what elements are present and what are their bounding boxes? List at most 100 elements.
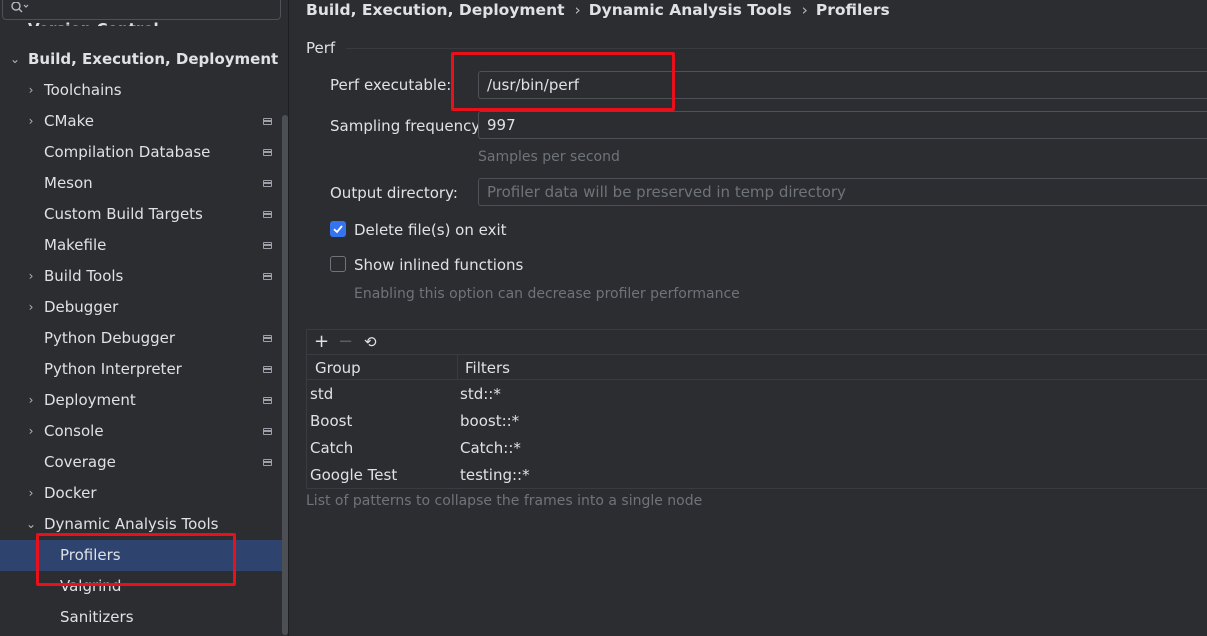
tree-item-label: Build, Execution, Deployment xyxy=(28,50,279,68)
tree-item-label: Deployment xyxy=(44,391,136,409)
tree-item-label: Python Debugger xyxy=(44,329,176,347)
sampling-frequency-hint: Samples per second xyxy=(478,149,620,165)
table-row[interactable]: Google Test testing::* xyxy=(307,462,1207,489)
cell-filter: std::* xyxy=(460,385,501,403)
tree-item-coverage[interactable]: Coverage xyxy=(0,447,288,478)
tree-item-label: Docker xyxy=(44,484,97,502)
tree-item-label: Profilers xyxy=(60,546,121,564)
column-divider[interactable] xyxy=(457,355,458,380)
tree-item-label: Debugger xyxy=(44,298,119,316)
tree-item-label: Compilation Database xyxy=(44,143,211,161)
column-header-filters[interactable]: Filters xyxy=(465,358,510,378)
chevron-right-icon[interactable]: › xyxy=(24,106,38,137)
table-row[interactable]: Boost boost::* xyxy=(307,408,1207,435)
show-inlined-checkbox[interactable] xyxy=(330,256,346,272)
tree-item-label: Python Interpreter xyxy=(44,360,182,378)
tree-item-valgrind[interactable]: Valgrind xyxy=(0,571,288,602)
tree-item-version-control[interactable]: Version Control xyxy=(28,17,159,26)
project-level-icon xyxy=(263,459,272,466)
tree-item-label: Sanitizers xyxy=(60,608,134,626)
show-inlined-hint: Enabling this option can decrease profil… xyxy=(354,286,740,302)
tree-item-build-tools[interactable]: › Build Tools xyxy=(0,261,288,292)
tree-item-label: Makefile xyxy=(44,236,107,254)
output-directory-field[interactable]: Profiler data will be preserved in temp … xyxy=(478,178,1207,206)
tree-item-meson[interactable]: Meson xyxy=(0,168,288,199)
tree-item-label: Meson xyxy=(44,174,93,192)
chevron-right-icon[interactable]: › xyxy=(24,385,38,416)
tree-item-label: Toolchains xyxy=(44,81,122,99)
filters-table: + − ⟲ Group Filters std std::* Boost boo… xyxy=(306,329,1207,489)
tree-item-dynamic-analysis-tools[interactable]: ⌄ Dynamic Analysis Tools xyxy=(0,509,288,540)
cell-group: Boost xyxy=(310,412,353,430)
breadcrumb-separator-icon: › xyxy=(801,1,808,19)
tree-item-label: Build Tools xyxy=(44,267,124,285)
project-level-icon xyxy=(263,211,272,218)
checkmark-icon xyxy=(333,225,343,234)
tree-scrollbar[interactable] xyxy=(282,115,288,635)
tree-item-debugger[interactable]: › Debugger xyxy=(0,292,288,323)
tree-item-label: Coverage xyxy=(44,453,116,471)
tree-item-sanitizers[interactable]: Sanitizers xyxy=(0,602,288,633)
column-header-group[interactable]: Group xyxy=(315,358,361,378)
settings-content-panel: Build, Execution, Deployment › Dynamic Ana… xyxy=(290,0,1207,636)
project-level-icon xyxy=(263,397,272,404)
chevron-down-icon[interactable]: ⌄ xyxy=(8,44,22,75)
filters-table-hint: List of patterns to collapse the frames … xyxy=(306,493,703,509)
chevron-right-icon[interactable]: › xyxy=(24,292,38,323)
project-level-icon xyxy=(263,180,272,187)
project-level-icon xyxy=(263,428,272,435)
breadcrumb-item[interactable]: Build, Execution, Deployment xyxy=(306,1,565,19)
section-title-perf: Perf xyxy=(306,39,336,57)
tree-item-python-debugger[interactable]: Python Debugger xyxy=(0,323,288,354)
reset-icon[interactable]: ⟲ xyxy=(364,332,377,352)
perf-executable-label: Perf executable: xyxy=(330,76,452,94)
tree-item-profilers[interactable]: Profilers xyxy=(0,540,288,571)
section-divider xyxy=(346,48,1207,49)
tree-item-toolchains[interactable]: › Toolchains xyxy=(0,75,288,106)
remove-icon[interactable]: − xyxy=(338,332,353,352)
tree-item-build-execution-deployment[interactable]: ⌄ Build, Execution, Deployment xyxy=(0,44,288,75)
output-directory-label: Output directory: xyxy=(330,184,458,202)
project-level-icon xyxy=(263,335,272,342)
tree-item-compilation-database[interactable]: Compilation Database xyxy=(0,137,288,168)
chevron-down-icon[interactable]: ⌄ xyxy=(24,509,38,540)
table-row[interactable]: std std::* xyxy=(307,381,1207,408)
cell-filter: Catch::* xyxy=(460,439,521,457)
tree-item-label: Console xyxy=(44,422,104,440)
breadcrumb: Build, Execution, Deployment › Dynamic Ana… xyxy=(306,0,890,20)
tree-item-label: Valgrind xyxy=(60,577,122,595)
cell-filter: boost::* xyxy=(460,412,520,430)
tree-item-console[interactable]: › Console xyxy=(0,416,288,447)
cell-group: std xyxy=(310,385,334,403)
chevron-right-icon[interactable]: › xyxy=(24,478,38,509)
tree-item-label: CMake xyxy=(44,112,94,130)
table-header: Group Filters xyxy=(307,355,1207,380)
project-level-icon xyxy=(263,242,272,249)
tree-item-makefile[interactable]: Makefile xyxy=(0,230,288,261)
chevron-right-icon[interactable]: › xyxy=(24,416,38,447)
tree-item-custom-build-targets[interactable]: Custom Build Targets xyxy=(0,199,288,230)
breadcrumb-item-current: Profilers xyxy=(815,1,890,19)
sampling-frequency-field[interactable]: 997 xyxy=(478,111,1207,139)
delete-files-checkbox[interactable] xyxy=(330,221,346,237)
tree-item-label: Dynamic Analysis Tools xyxy=(44,515,219,533)
tree-item-docker[interactable]: › Docker xyxy=(0,478,288,509)
tree-item-cmake[interactable]: › CMake xyxy=(0,106,288,137)
search-icon xyxy=(11,2,29,13)
table-row[interactable]: Catch Catch::* xyxy=(307,435,1207,462)
breadcrumb-item[interactable]: Dynamic Analysis Tools xyxy=(589,1,792,19)
chevron-right-icon[interactable]: › xyxy=(24,75,38,106)
project-level-icon xyxy=(263,149,272,156)
settings-tree-panel: Version Control ⌄ Build, Execution, Depl… xyxy=(0,0,289,636)
table-toolbar: + − ⟲ xyxy=(307,330,1207,355)
tree-item-deployment[interactable]: › Deployment xyxy=(0,385,288,416)
chevron-right-icon[interactable]: › xyxy=(24,261,38,292)
project-level-icon xyxy=(263,118,272,125)
add-icon[interactable]: + xyxy=(314,332,329,352)
cell-filter: testing::* xyxy=(460,466,530,484)
cell-group: Google Test xyxy=(310,466,398,484)
cell-group: Catch xyxy=(310,439,354,457)
tree-item-python-interpreter[interactable]: Python Interpreter xyxy=(0,354,288,385)
perf-executable-field[interactable]: /usr/bin/perf xyxy=(478,71,1207,99)
delete-files-label: Delete file(s) on exit xyxy=(354,221,507,239)
